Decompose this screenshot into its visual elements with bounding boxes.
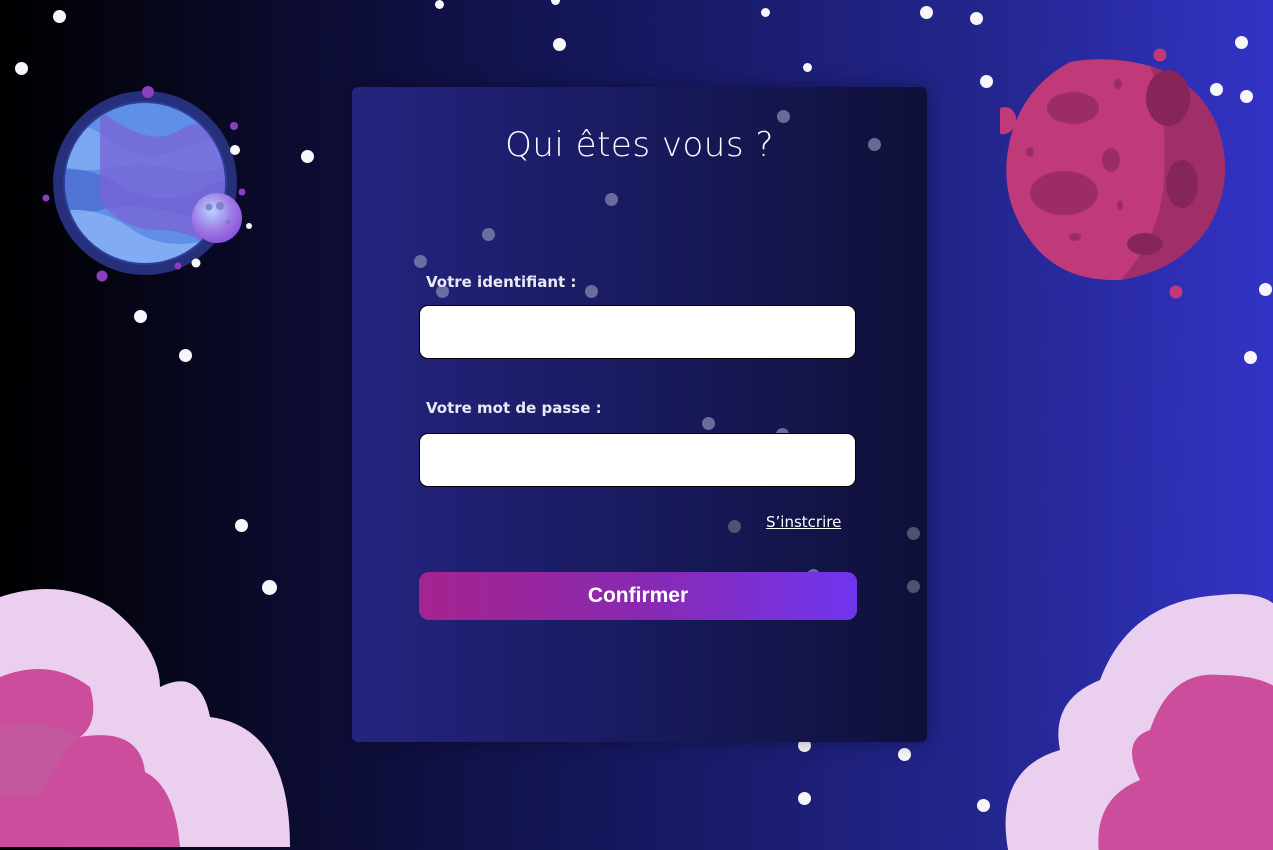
star <box>553 38 566 51</box>
star <box>1244 351 1257 364</box>
star <box>920 6 933 19</box>
login-card: Qui êtes vous ? Votre identifiant : Votr… <box>352 87 927 742</box>
password-input[interactable] <box>419 433 856 487</box>
asteroid-icon <box>1000 48 1226 299</box>
star <box>551 0 560 5</box>
card-dot <box>728 520 741 533</box>
star <box>803 63 812 72</box>
star <box>761 8 770 17</box>
star <box>977 799 990 812</box>
card-dot <box>702 417 715 430</box>
card-dot <box>414 255 427 268</box>
card-dot <box>605 193 618 206</box>
card-dot <box>585 285 598 298</box>
username-label: Votre identifiant : <box>426 273 577 291</box>
star <box>134 310 147 323</box>
star <box>435 0 444 9</box>
card-dot <box>482 228 495 241</box>
signup-link[interactable]: S’instcrire <box>766 513 841 531</box>
star <box>179 349 192 362</box>
star <box>898 748 911 761</box>
card-dot <box>907 580 920 593</box>
star <box>301 150 314 163</box>
card-dot <box>907 527 920 540</box>
page-title: Qui êtes vous ? <box>505 125 774 165</box>
cloud-left-icon <box>0 589 290 847</box>
star <box>980 75 993 88</box>
confirm-button[interactable]: Confirmer <box>419 572 857 620</box>
star <box>970 12 983 25</box>
card-dot <box>777 110 790 123</box>
username-input[interactable] <box>419 305 856 359</box>
star <box>235 519 248 532</box>
password-label: Votre mot de passe : <box>426 399 602 417</box>
cloud-right-icon <box>1005 594 1273 850</box>
planet-icon <box>42 86 252 282</box>
star <box>798 792 811 805</box>
